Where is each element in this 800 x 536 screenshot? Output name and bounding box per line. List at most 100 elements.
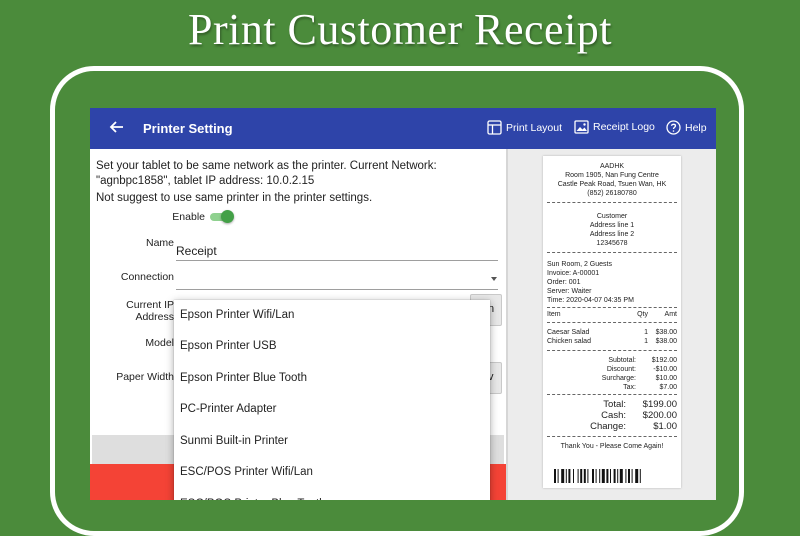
thank-you-message: Thank You - Please Come Again! bbox=[560, 443, 664, 450]
name-input[interactable] bbox=[176, 242, 498, 261]
print-layout-button[interactable]: Print Layout bbox=[487, 120, 562, 135]
item-name: Chicken salad bbox=[547, 338, 591, 345]
change-label: Change: bbox=[590, 421, 626, 432]
dropdown-option[interactable]: ESC/POS Printer Wifi/Lan bbox=[174, 457, 490, 488]
change-value: $1.00 bbox=[653, 421, 677, 432]
paper-width-label: Paper Width bbox=[116, 371, 174, 383]
barcode-bar bbox=[635, 469, 639, 483]
dropdown-option[interactable]: PC-Printer Adapter bbox=[174, 394, 490, 425]
receipt-preview-panel: AADHK Room 1905, Nan Fung Centre Castle … bbox=[508, 149, 716, 500]
barcode-bar bbox=[583, 469, 586, 483]
barcode-bar bbox=[577, 469, 579, 483]
barcode-icon bbox=[554, 469, 641, 483]
app-bar: Printer Setting Print Layout Receipt Log… bbox=[90, 108, 716, 149]
image-icon bbox=[574, 120, 589, 134]
item-amt: $38.00 bbox=[655, 338, 677, 345]
barcode-bar bbox=[606, 469, 609, 483]
surcharge-label: Surcharge: bbox=[601, 375, 636, 382]
customer-address-2: Address line 2 bbox=[589, 231, 635, 238]
invoice-number: Invoice: A-00001 bbox=[547, 270, 600, 277]
connection-dropdown-arrow-icon[interactable] bbox=[491, 277, 497, 281]
barcode-bar bbox=[613, 469, 616, 483]
receipt-divider bbox=[547, 436, 677, 437]
page-title: Printer Setting bbox=[143, 121, 233, 136]
receipt-divider bbox=[547, 307, 677, 308]
shop-name: AADHK bbox=[599, 163, 625, 170]
model-label: Model bbox=[145, 337, 174, 349]
barcode-bar bbox=[619, 469, 623, 483]
item-amt: $38.00 bbox=[655, 329, 677, 336]
printer-note: Not suggest to use same printer in the p… bbox=[96, 192, 373, 204]
shop-address-1: Room 1905, Nan Fung Centre bbox=[565, 172, 659, 179]
discount-value: -$10.00 bbox=[653, 366, 677, 373]
receipt-preview: AADHK Room 1905, Nan Fung Centre Castle … bbox=[543, 156, 681, 488]
total-value: $199.00 bbox=[642, 399, 677, 410]
receipt-divider bbox=[547, 350, 677, 351]
receipt-logo-button[interactable]: Receipt Logo bbox=[574, 120, 655, 134]
enable-label: Enable bbox=[172, 211, 205, 223]
barcode-bar bbox=[557, 469, 559, 483]
dropdown-option[interactable]: Epson Printer Wifi/Lan bbox=[174, 300, 490, 331]
cash-label: Cash: bbox=[601, 410, 626, 421]
tax-value: $7.00 bbox=[659, 384, 677, 391]
barcode-bar bbox=[587, 469, 589, 483]
headline: Print Customer Receipt bbox=[187, 5, 613, 54]
shop-address-2: Castle Peak Road, Tsuen Wan, HK bbox=[557, 181, 667, 188]
help-icon bbox=[666, 120, 681, 135]
network-note-line2: "agnbpc1858", tablet IP address: 10.0.2.… bbox=[96, 175, 315, 187]
room-info: Sun Room, 2 Guests bbox=[547, 261, 612, 268]
connection-select-underline bbox=[176, 289, 498, 290]
dropdown-option[interactable]: Sunmi Built-in Printer bbox=[174, 426, 490, 457]
receipt-divider bbox=[547, 202, 677, 203]
current-ip-label-line1: Current IP bbox=[126, 299, 174, 311]
toggle-knob bbox=[221, 210, 234, 223]
dropdown-option[interactable]: Epson Printer USB bbox=[174, 331, 490, 362]
receipt-divider bbox=[547, 252, 677, 253]
customer-name: Customer bbox=[596, 213, 628, 220]
customer-address-1: Address line 1 bbox=[589, 222, 635, 229]
enable-toggle[interactable] bbox=[208, 210, 234, 224]
item-qty: 1 bbox=[644, 329, 648, 336]
barcode-bar bbox=[601, 469, 605, 483]
order-time: Time: 2020-04-07 04:35 PM bbox=[547, 297, 634, 304]
column-qty: Qty bbox=[637, 311, 648, 318]
shop-phone: (852) 26180780 bbox=[587, 190, 637, 197]
back-arrow-icon[interactable] bbox=[107, 117, 127, 137]
settings-form: Set your tablet to be same network as th… bbox=[90, 149, 506, 500]
barcode-bar bbox=[610, 469, 611, 483]
barcode-bar bbox=[595, 469, 597, 483]
name-label: Name bbox=[145, 237, 174, 249]
print-layout-label: Print Layout bbox=[506, 121, 563, 134]
tablet-screen: Printer Setting Print Layout Receipt Log… bbox=[90, 108, 716, 500]
barcode-bar bbox=[580, 469, 583, 483]
barcode-bar bbox=[625, 469, 627, 483]
subtotal-label: Subtotal: bbox=[608, 357, 636, 364]
connection-dropdown-menu: Epson Printer Wifi/Lan Epson Printer USB… bbox=[174, 300, 490, 500]
item-name: Caesar Salad bbox=[547, 329, 590, 336]
barcode-bar bbox=[639, 469, 641, 483]
layout-icon bbox=[487, 120, 502, 135]
customer-phone: 12345678 bbox=[596, 240, 628, 247]
dropdown-option[interactable]: ESC/POS Printer Blue Tooth bbox=[174, 489, 490, 500]
receipt-logo-label: Receipt Logo bbox=[593, 121, 655, 133]
barcode-bar bbox=[573, 469, 574, 483]
connection-label: Connection bbox=[120, 271, 174, 283]
help-button[interactable]: Help bbox=[666, 120, 707, 135]
dropdown-option[interactable]: Epson Printer Blue Tooth bbox=[174, 363, 490, 394]
barcode-bar bbox=[568, 469, 571, 483]
server-name: Server: Waiter bbox=[547, 288, 592, 295]
barcode-bar bbox=[599, 469, 601, 483]
total-label: Total: bbox=[603, 399, 626, 410]
barcode-bar bbox=[561, 469, 565, 483]
column-amt: Amt bbox=[664, 311, 677, 318]
barcode-bar bbox=[592, 469, 594, 483]
network-note-line1: Set your tablet to be same network as th… bbox=[96, 160, 437, 172]
barcode-bar bbox=[628, 469, 630, 483]
help-label: Help bbox=[685, 121, 707, 134]
order-number: Order: 001 bbox=[547, 279, 581, 286]
tax-label: Tax: bbox=[623, 384, 636, 391]
barcode-bar bbox=[617, 469, 619, 483]
barcode-bar bbox=[631, 469, 633, 483]
discount-label: Discount: bbox=[606, 366, 636, 373]
receipt-divider bbox=[547, 322, 677, 323]
